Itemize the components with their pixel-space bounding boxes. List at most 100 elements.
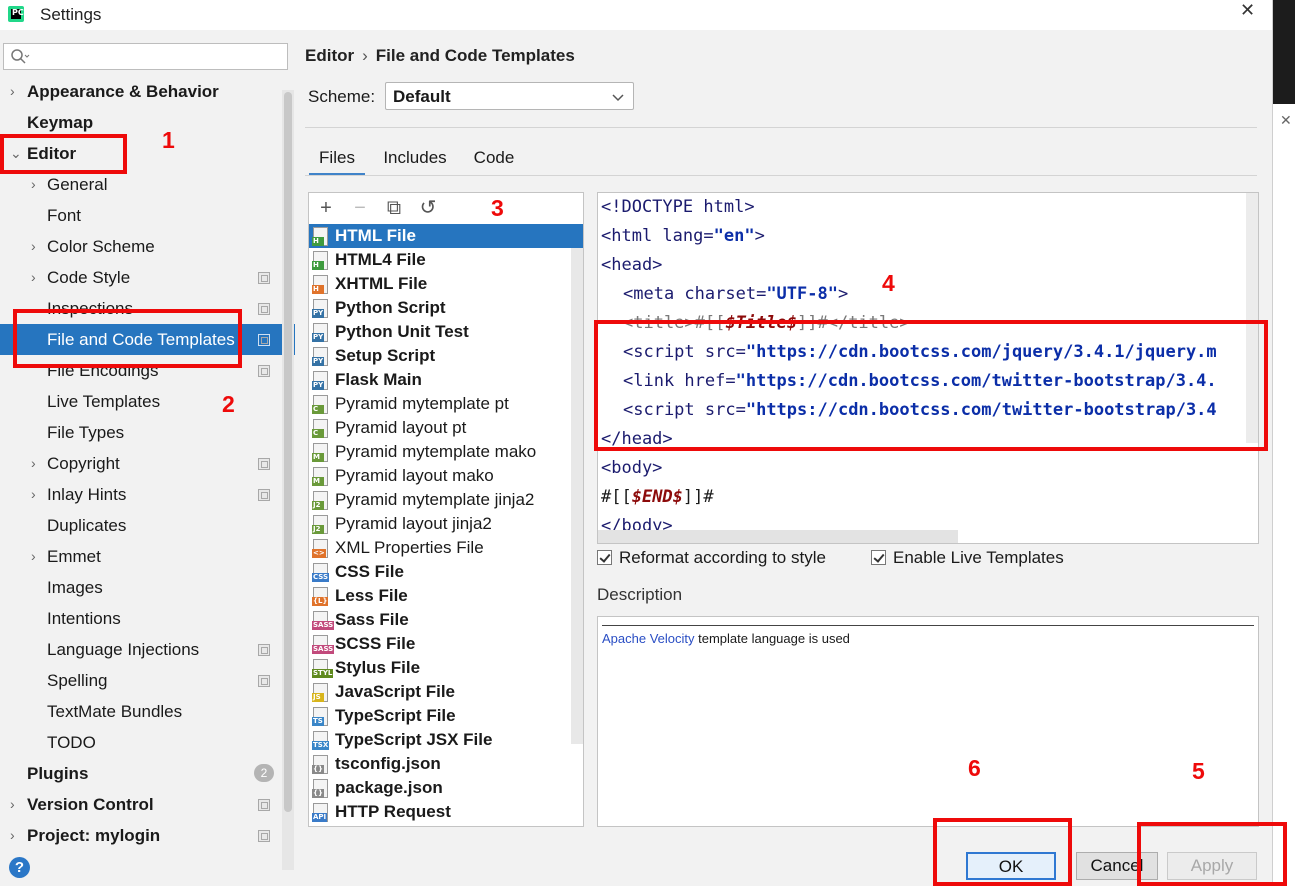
- template-item-xhtml-file[interactable]: H XHTML File: [309, 272, 583, 296]
- sidebar-item-project-mylogin[interactable]: › Project: mylogin: [0, 820, 280, 851]
- chevron-right-icon[interactable]: ›: [10, 820, 22, 851]
- template-item-pyramid-mytemplate-jinja2[interactable]: J2 Pyramid mytemplate jinja2: [309, 488, 583, 512]
- template-item-pyramid-layout-jinja2[interactable]: J2 Pyramid layout jinja2: [309, 512, 583, 536]
- template-item-flask-main[interactable]: PY Flask Main: [309, 368, 583, 392]
- template-item-typescript-jsx-file[interactable]: TSX TypeScript JSX File: [309, 728, 583, 752]
- file-type-tag: <>: [312, 549, 326, 558]
- sidebar-item-intentions[interactable]: Intentions: [0, 603, 280, 634]
- sidebar-item-label: Project: mylogin: [27, 826, 161, 845]
- sidebar-item-spelling[interactable]: Spelling: [0, 665, 280, 696]
- file-type-tag: PY: [312, 357, 325, 366]
- sidebar-scrollbar-thumb[interactable]: [284, 92, 292, 812]
- code-line: <!DOCTYPE html>: [601, 197, 755, 217]
- chevron-right-icon[interactable]: ›: [10, 789, 22, 820]
- template-name: HTML4 File: [335, 250, 426, 269]
- template-item-html-file[interactable]: H HTML File: [309, 224, 583, 248]
- divider: [305, 127, 1257, 128]
- breadcrumb-separator: ›: [362, 46, 368, 65]
- add-template-button[interactable]: +: [315, 197, 337, 219]
- sidebar-item-plugins[interactable]: Plugins 2: [0, 758, 280, 789]
- settings-search-box[interactable]: [3, 43, 288, 70]
- template-item-typescript-file[interactable]: TS TypeScript File: [309, 704, 583, 728]
- template-item-html4-file[interactable]: H HTML4 File: [309, 248, 583, 272]
- sidebar-item-label: Inlay Hints: [47, 485, 127, 504]
- project-scope-icon: [258, 830, 270, 842]
- remove-template-button[interactable]: −: [349, 197, 371, 219]
- sidebar-item-copyright[interactable]: › Copyright: [0, 448, 280, 479]
- sidebar-item-label: Copyright: [47, 454, 120, 473]
- tab-code[interactable]: Code: [465, 144, 523, 176]
- sidebar-item-font[interactable]: Font: [0, 200, 280, 231]
- scheme-dropdown[interactable]: Default: [385, 82, 634, 110]
- tab-includes[interactable]: Includes: [375, 144, 455, 176]
- search-icon: [11, 49, 30, 64]
- project-scope-icon: [258, 334, 270, 346]
- sidebar-item-label: Images: [47, 578, 103, 597]
- help-icon[interactable]: ?: [9, 857, 30, 878]
- file-type-icon: C: [312, 395, 328, 414]
- sidebar-scrollbar[interactable]: [282, 90, 294, 870]
- template-item-stylus-file[interactable]: STYL Stylus File: [309, 656, 583, 680]
- sidebar-item-language-injections[interactable]: Language Injections: [0, 634, 280, 665]
- reset-template-button[interactable]: ↺: [417, 197, 439, 219]
- sidebar-item-label: Spelling: [47, 671, 108, 690]
- editor-horizontal-scrollbar[interactable]: [598, 530, 958, 543]
- sidebar-item-version-control[interactable]: › Version Control: [0, 789, 280, 820]
- copy-template-button[interactable]: ⧉: [383, 197, 405, 219]
- search-input[interactable]: [34, 46, 282, 67]
- template-item-pyramid-layout-mako[interactable]: M Pyramid layout mako: [309, 464, 583, 488]
- template-item-xml-properties-file[interactable]: <> XML Properties File: [309, 536, 583, 560]
- file-type-icon: SASS: [312, 611, 335, 630]
- template-item-pyramid-mytemplate-mako[interactable]: M Pyramid mytemplate mako: [309, 440, 583, 464]
- file-type-icon: H: [312, 227, 328, 246]
- chevron-down-icon: [612, 94, 624, 102]
- sidebar-item-live-templates[interactable]: Live Templates: [0, 386, 280, 417]
- chevron-right-icon[interactable]: ›: [31, 479, 43, 510]
- template-item-pyramid-mytemplate-pt[interactable]: C Pyramid mytemplate pt: [309, 392, 583, 416]
- chevron-right-icon[interactable]: ›: [31, 262, 43, 293]
- template-list-scrollbar[interactable]: [571, 248, 583, 744]
- checkbox-checked-icon[interactable]: [871, 550, 886, 565]
- template-item-scss-file[interactable]: SASS SCSS File: [309, 632, 583, 656]
- sidebar-item-appearance-behavior[interactable]: › Appearance & Behavior: [0, 76, 280, 107]
- template-item-python-script[interactable]: PY Python Script: [309, 296, 583, 320]
- sidebar-item-file-types[interactable]: File Types: [0, 417, 280, 448]
- sidebar-item-todo[interactable]: TODO: [0, 727, 280, 758]
- template-item-python-unit-test[interactable]: PY Python Unit Test: [309, 320, 583, 344]
- sidebar-item-duplicates[interactable]: Duplicates: [0, 510, 280, 541]
- template-item-less-file[interactable]: {L} Less File: [309, 584, 583, 608]
- chevron-right-icon[interactable]: ›: [31, 448, 43, 479]
- sidebar-item-images[interactable]: Images: [0, 572, 280, 603]
- sidebar-item-code-style[interactable]: › Code Style: [0, 262, 280, 293]
- template-item-tsconfig-json[interactable]: {} tsconfig.json: [309, 752, 583, 776]
- breadcrumb: Editor › File and Code Templates: [305, 46, 575, 66]
- file-type-icon: TS: [312, 707, 328, 726]
- chevron-right-icon[interactable]: ›: [31, 541, 43, 572]
- tab-files[interactable]: Files: [309, 144, 365, 176]
- sidebar-item-textmate-bundles[interactable]: TextMate Bundles: [0, 696, 280, 727]
- template-item-sass-file[interactable]: SASS Sass File: [309, 608, 583, 632]
- sidebar-item-inlay-hints[interactable]: › Inlay Hints: [0, 479, 280, 510]
- template-item-css-file[interactable]: CSS CSS File: [309, 560, 583, 584]
- checkbox-checked-icon[interactable]: [597, 550, 612, 565]
- template-item-setup-script[interactable]: PY Setup Script: [309, 344, 583, 368]
- template-item-pyramid-layout-pt[interactable]: C Pyramid layout pt: [309, 416, 583, 440]
- sidebar-item-emmet[interactable]: › Emmet: [0, 541, 280, 572]
- settings-main-panel: Editor › File and Code Templates Scheme: D…: [295, 30, 1272, 886]
- annotation-box-code: [594, 320, 1268, 451]
- sidebar-item-label: Language Injections: [47, 640, 200, 659]
- annotation-box-ok: [933, 818, 1072, 886]
- sidebar-item-color-scheme[interactable]: › Color Scheme: [0, 231, 280, 262]
- file-type-icon: CSS: [312, 563, 330, 582]
- file-type-tag: M: [312, 477, 324, 486]
- project-scope-icon: [258, 489, 270, 501]
- template-item-http-request[interactable]: API HTTP Request: [309, 800, 583, 824]
- chevron-right-icon[interactable]: ›: [31, 231, 43, 262]
- apache-velocity-link[interactable]: Apache Velocity: [602, 631, 695, 646]
- file-type-tag: API: [312, 813, 328, 822]
- template-item-package-json[interactable]: {} package.json: [309, 776, 583, 800]
- template-item-javascript-file[interactable]: JS JavaScript File: [309, 680, 583, 704]
- breadcrumb-parent[interactable]: Editor: [305, 46, 354, 65]
- chevron-right-icon[interactable]: ›: [10, 76, 22, 107]
- close-icon[interactable]: ✕: [1240, 0, 1255, 21]
